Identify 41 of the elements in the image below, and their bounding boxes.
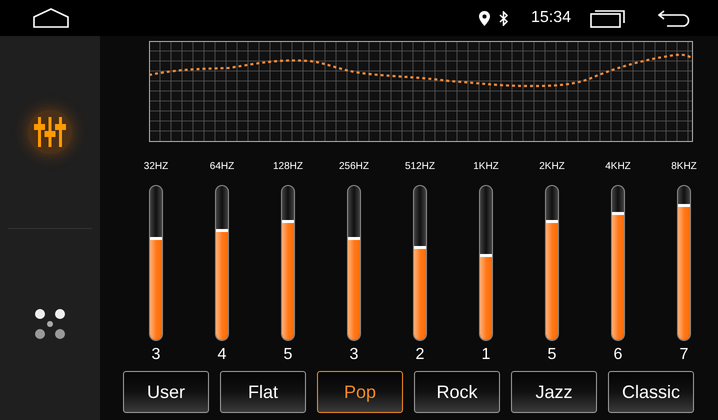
band-slider[interactable] — [149, 185, 163, 341]
preset-button[interactable]: Flat — [220, 371, 306, 413]
home-icon[interactable] — [33, 8, 69, 28]
speaker-balance-icon[interactable] — [33, 307, 67, 342]
band-slider[interactable] — [215, 185, 229, 341]
band-slider[interactable] — [677, 185, 691, 341]
band-slider[interactable] — [611, 185, 625, 341]
band-slider[interactable] — [479, 185, 493, 341]
back-arrow-icon[interactable] — [657, 9, 692, 27]
band-slider[interactable] — [413, 185, 427, 341]
preset-button[interactable]: Jazz — [511, 371, 597, 413]
band-value: 4 — [218, 345, 226, 365]
band-value: 2 — [416, 345, 424, 365]
band-value: 5 — [284, 345, 292, 365]
preset-button[interactable]: Classic — [608, 371, 694, 413]
recent-apps-icon[interactable] — [590, 8, 626, 28]
preset-button[interactable]: Rock — [414, 371, 500, 413]
band-label: 1KHZ — [473, 160, 499, 174]
band-value: 5 — [548, 345, 556, 365]
band-label: 128HZ — [272, 160, 303, 174]
band-label: 32HZ — [144, 160, 168, 174]
bluetooth-icon — [499, 10, 509, 26]
band-slider[interactable] — [545, 185, 559, 341]
band-slider[interactable] — [347, 185, 361, 341]
clock-time: 15:34 — [531, 8, 572, 28]
location-pin-icon — [479, 10, 490, 26]
band-value: 1 — [482, 345, 490, 365]
band-value: 3 — [152, 345, 160, 365]
preset-button[interactable]: Pop — [317, 371, 403, 413]
band-label: 256HZ — [338, 160, 369, 174]
band-label: 4KHZ — [605, 160, 631, 174]
band-value: 7 — [680, 345, 688, 365]
band-slider[interactable] — [281, 185, 295, 341]
equalizer-icon[interactable] — [28, 110, 72, 154]
band-value: 6 — [614, 345, 622, 365]
band-label: 512HZ — [404, 160, 435, 174]
band-label: 8KHZ — [671, 160, 697, 174]
band-label: 64HZ — [210, 160, 234, 174]
band-label: 2KHZ — [539, 160, 565, 174]
preset-button[interactable]: User — [123, 371, 209, 413]
band-value: 3 — [350, 345, 358, 365]
